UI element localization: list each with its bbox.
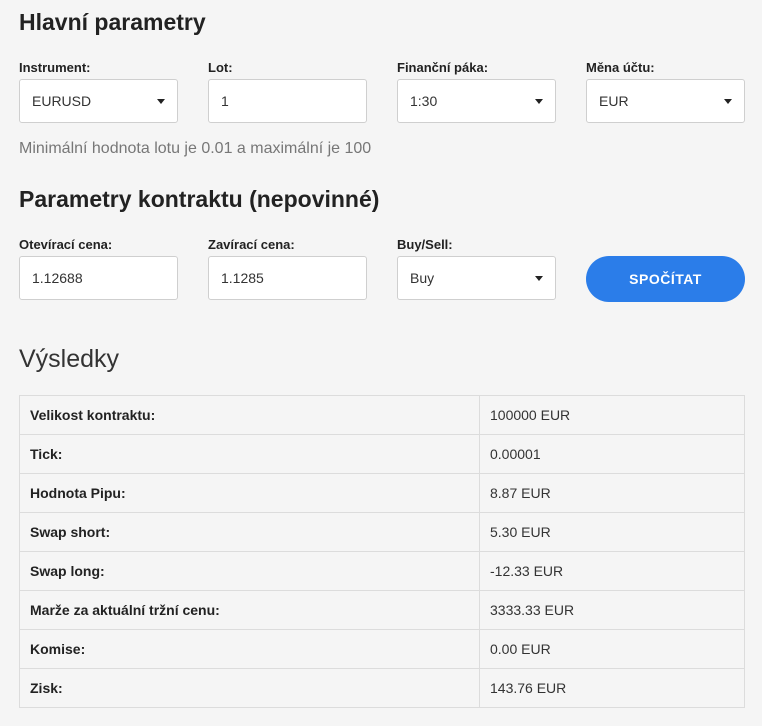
account-currency-label: Měna účtu: (586, 60, 655, 75)
chevron-down-icon (535, 276, 543, 281)
contract-params-title: Parametry kontraktu (nepovinné) (19, 186, 380, 212)
result-value: 0.00001 (479, 434, 745, 474)
result-value: 5.30 EUR (479, 512, 745, 552)
leverage-select[interactable]: 1:30 (397, 79, 556, 123)
table-row: Tick: 0.00001 (19, 434, 745, 474)
result-value: 8.87 EUR (479, 473, 745, 513)
results-table: Velikost kontraktu: 100000 EUR Tick: 0.0… (19, 395, 745, 708)
open-price-input[interactable] (32, 270, 177, 286)
close-price-input[interactable] (221, 270, 366, 286)
main-params-title: Hlavní parametry (19, 9, 206, 35)
result-value: 100000 EUR (479, 395, 745, 435)
leverage-value: 1:30 (410, 93, 438, 109)
chevron-down-icon (535, 99, 543, 104)
lot-label: Lot: (208, 60, 233, 75)
calculate-button[interactable]: SPOČÍTAT (586, 256, 745, 302)
result-value: -12.33 EUR (479, 551, 745, 591)
result-key: Hodnota Pipu: (19, 473, 480, 513)
result-value: 143.76 EUR (479, 668, 745, 708)
buy-sell-select[interactable]: Buy (397, 256, 556, 300)
result-key: Tick: (19, 434, 480, 474)
lot-field-wrapper (208, 79, 367, 123)
table-row: Marže za aktuální tržní cenu: 3333.33 EU… (19, 590, 745, 630)
table-row: Swap short: 5.30 EUR (19, 512, 745, 552)
result-value: 3333.33 EUR (479, 590, 745, 630)
table-row: Velikost kontraktu: 100000 EUR (19, 395, 745, 435)
leverage-label: Finanční páka: (397, 60, 489, 75)
table-row: Swap long: -12.33 EUR (19, 551, 745, 591)
result-key: Komise: (19, 629, 480, 669)
result-key: Swap long: (19, 551, 480, 591)
instrument-label: Instrument: (19, 60, 91, 75)
results-title: Výsledky (19, 345, 120, 373)
account-currency-select[interactable]: EUR (586, 79, 745, 123)
table-row: Zisk: 143.76 EUR (19, 668, 745, 708)
result-key: Velikost kontraktu: (19, 395, 480, 435)
account-currency-value: EUR (599, 93, 629, 109)
result-key: Zisk: (19, 668, 480, 708)
table-row: Komise: 0.00 EUR (19, 629, 745, 669)
instrument-select[interactable]: EURUSD (19, 79, 178, 123)
chevron-down-icon (724, 99, 732, 104)
close-price-field-wrapper (208, 256, 367, 300)
open-price-field-wrapper (19, 256, 178, 300)
open-price-label: Otevírací cena: (19, 237, 113, 252)
lot-hint: Minimální hodnota lotu je 0.01 a maximál… (19, 140, 372, 157)
result-key: Swap short: (19, 512, 480, 552)
table-row: Hodnota Pipu: 8.87 EUR (19, 473, 745, 513)
result-value: 0.00 EUR (479, 629, 745, 669)
result-key: Marže za aktuální tržní cenu: (19, 590, 480, 630)
buy-sell-value: Buy (410, 270, 435, 286)
buy-sell-label: Buy/Sell: (397, 237, 453, 252)
close-price-label: Zavírací cena: (208, 237, 295, 252)
instrument-value: EURUSD (32, 93, 92, 109)
lot-input[interactable] (221, 93, 366, 109)
chevron-down-icon (157, 99, 165, 104)
